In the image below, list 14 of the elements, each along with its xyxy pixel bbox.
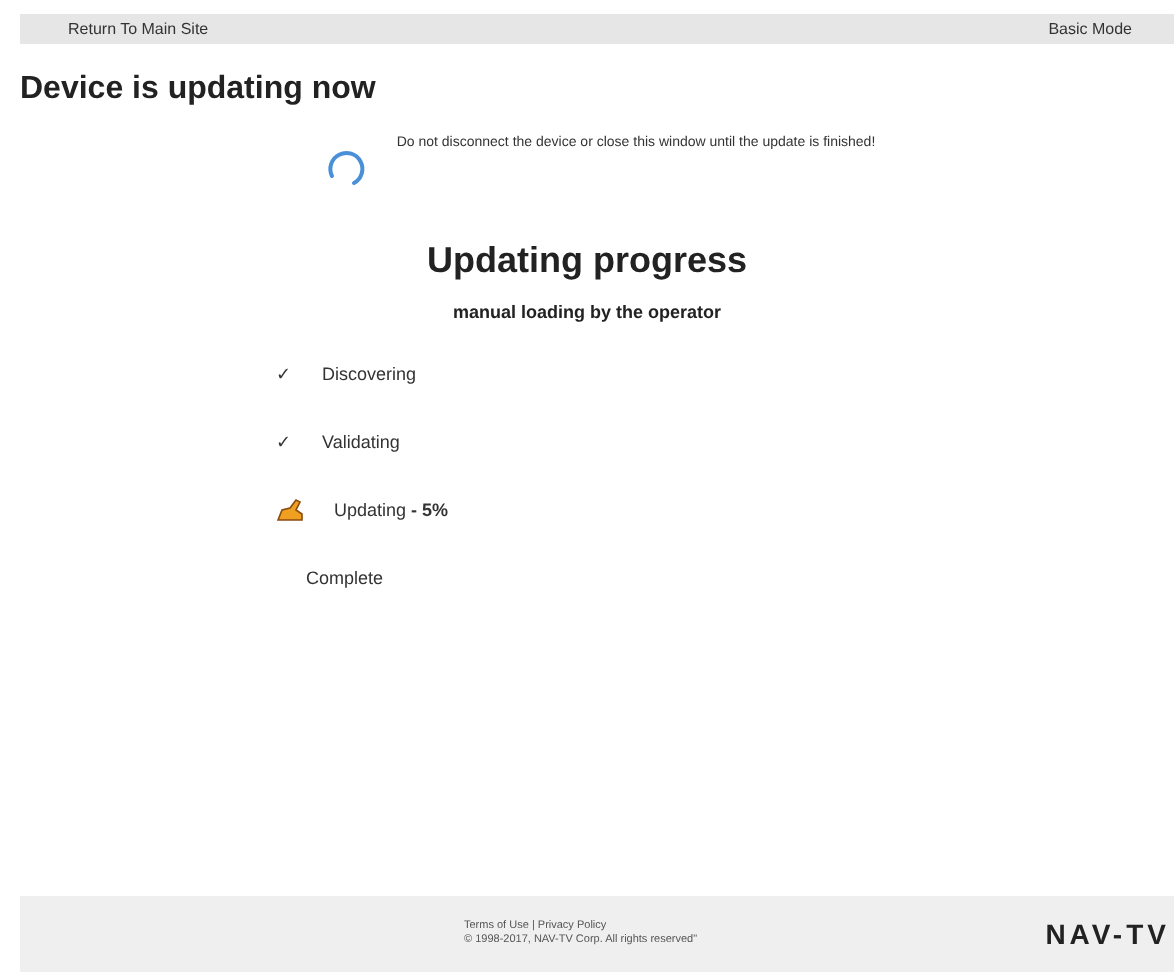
return-link[interactable]: Return To Main Site <box>68 20 209 38</box>
check-icon: ✓ <box>276 364 322 384</box>
step-label: Discovering <box>322 364 417 384</box>
progress-subtitle: manual loading by the operator <box>450 302 723 322</box>
progress-title: Updating progress <box>424 240 749 282</box>
step-label: Validating <box>322 432 400 452</box>
page-title: Device is updating now <box>20 72 378 108</box>
step-label: Complete <box>306 568 384 588</box>
pencil-hand-icon <box>276 498 304 522</box>
step-label: Updating - 5% <box>334 500 449 520</box>
company-logo: NAV-TV <box>1045 918 1172 950</box>
mode-link[interactable]: Basic Mode <box>1048 20 1132 38</box>
check-icon: ✓ <box>276 432 322 452</box>
loading-spinner-icon <box>326 148 366 188</box>
